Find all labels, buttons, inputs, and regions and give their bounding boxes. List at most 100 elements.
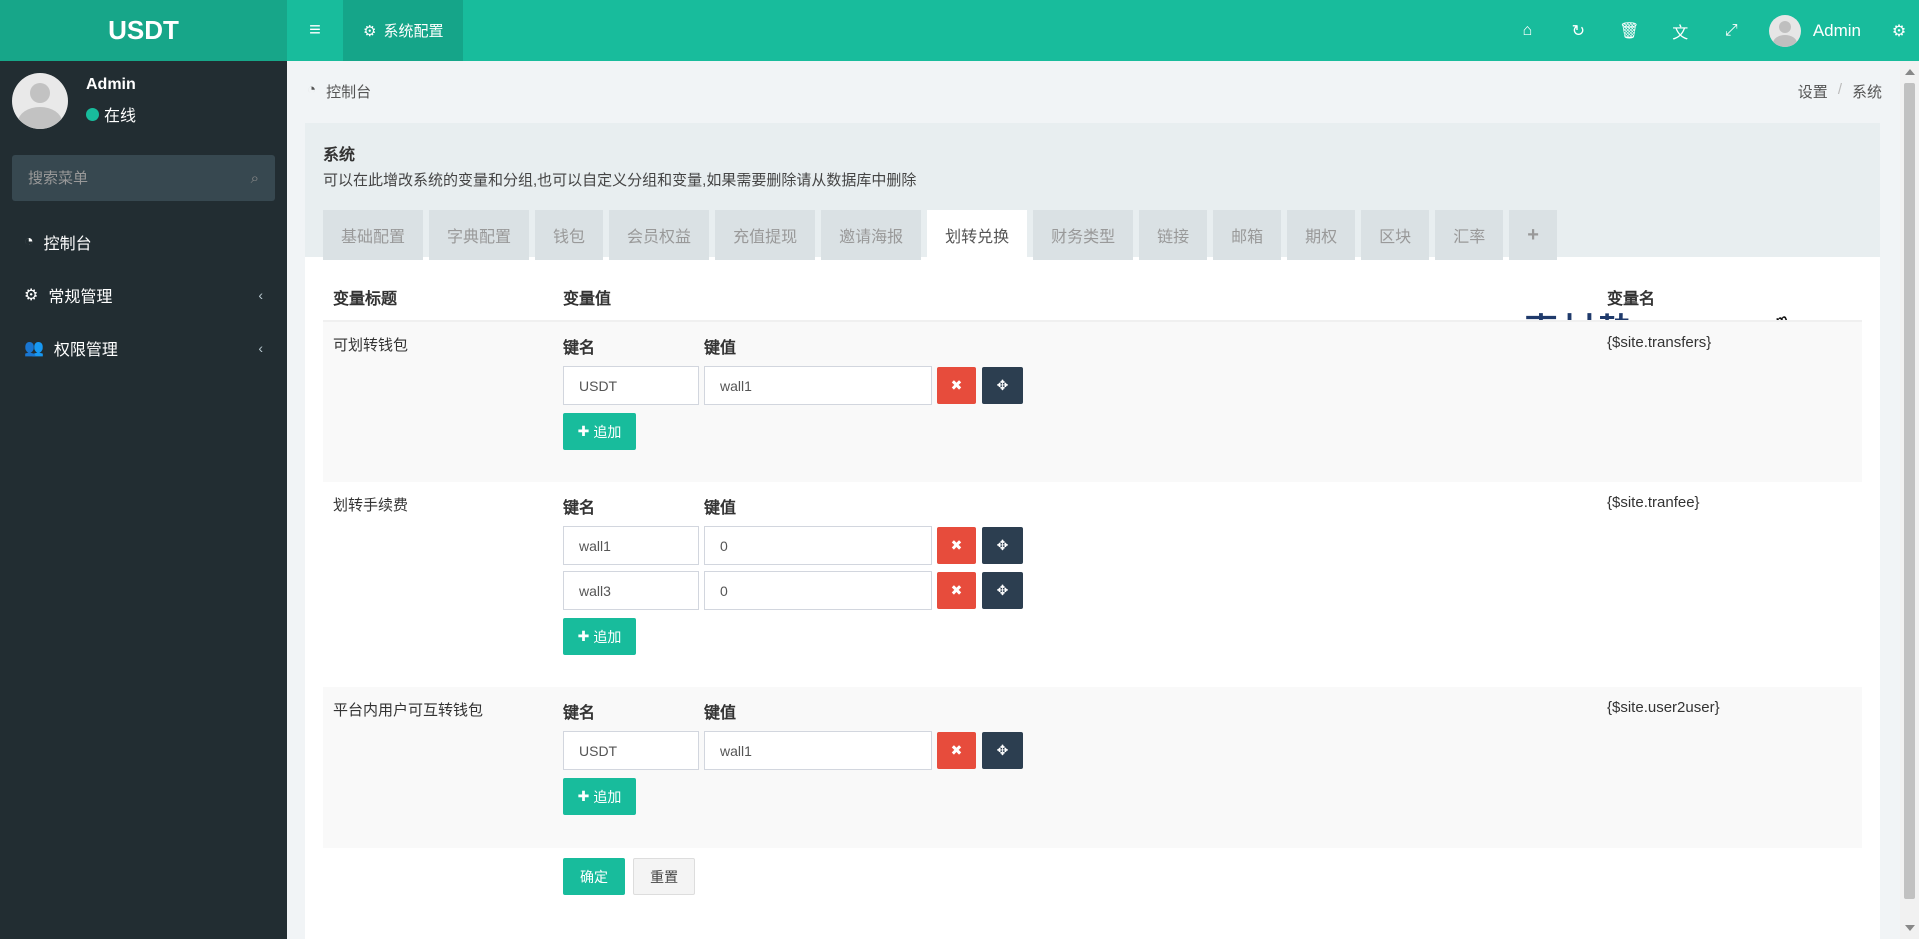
tab-dictionary[interactable]: 字典配置 bbox=[429, 210, 530, 260]
close-icon: ✖ bbox=[950, 742, 963, 758]
tab-system-config[interactable]: ⚙ 系统配置 bbox=[343, 0, 464, 61]
user-name: Admin bbox=[1812, 20, 1861, 40]
drag-handle-button[interactable]: ✥ bbox=[982, 572, 1023, 609]
app-logo[interactable]: USDT bbox=[0, 0, 287, 61]
key-input[interactable] bbox=[563, 571, 699, 610]
table-row: 平台内用户可互转钱包 键名 键值 ✖ ✥ ✚追加 {$site.user2user… bbox=[323, 687, 1862, 848]
key-input[interactable] bbox=[563, 731, 699, 770]
move-icon: ✥ bbox=[996, 582, 1009, 598]
close-icon: ✖ bbox=[950, 377, 963, 393]
page-scrollbar[interactable] bbox=[1900, 61, 1919, 939]
chevron-left-icon: ‹ bbox=[258, 286, 263, 303]
user-menu[interactable]: Admin bbox=[1757, 14, 1879, 47]
trash-icon[interactable]: 🗑 bbox=[1604, 0, 1655, 61]
tab-recharge-withdraw[interactable]: 充值提现 bbox=[715, 210, 816, 260]
dashboard-icon: ◔ bbox=[307, 80, 317, 98]
reset-button[interactable]: 重置 bbox=[633, 858, 696, 895]
tab-options[interactable]: 期权 bbox=[1287, 210, 1356, 260]
cogs-icon: ⚙ bbox=[24, 286, 39, 304]
scroll-down-icon[interactable] bbox=[1905, 925, 1915, 931]
tab-links[interactable]: 链接 bbox=[1139, 210, 1208, 260]
add-tab-button[interactable]: + bbox=[1509, 210, 1557, 260]
value-input[interactable] bbox=[704, 526, 932, 565]
search-icon[interactable]: ⌕ bbox=[251, 170, 259, 187]
append-button[interactable]: ✚ 追加 bbox=[563, 618, 636, 655]
status-text: 在线 bbox=[104, 108, 137, 125]
refresh-icon[interactable]: ↻ bbox=[1553, 0, 1604, 61]
translate-icon[interactable]: 文 bbox=[1655, 0, 1706, 61]
key-label: 键名 bbox=[563, 500, 596, 517]
scroll-up-icon[interactable] bbox=[1905, 69, 1915, 75]
users-icon: 👥 bbox=[24, 339, 44, 357]
variable-title: 划转手续费 bbox=[333, 497, 409, 514]
drag-handle-button[interactable]: ✥ bbox=[982, 367, 1023, 404]
variable-name: {$site.user2user} bbox=[1597, 687, 1862, 848]
column-header-value: 变量值 bbox=[553, 273, 1597, 322]
menu-search-input[interactable] bbox=[28, 169, 208, 187]
value-label: 键值 bbox=[704, 340, 737, 357]
config-panel: 系统 可以在此增改系统的变量和分组,也可以自定义分组和变量,如果需要删除请从数据… bbox=[305, 123, 1880, 939]
tab-member-benefits[interactable]: 会员权益 bbox=[609, 210, 710, 260]
scrollbar-thumb[interactable] bbox=[1904, 83, 1915, 899]
sidebar-item-label: 控制台 bbox=[43, 235, 92, 253]
top-header: USDT ≡ ⚙ 系统配置 ⌂ ↻ 🗑 文 ⤢ Admin ⚙ bbox=[0, 0, 1919, 61]
move-icon: ✥ bbox=[996, 742, 1009, 758]
breadcrumb-system: 系统 bbox=[1851, 83, 1882, 101]
value-input[interactable] bbox=[704, 366, 932, 405]
sidebar-user-name: Admin bbox=[86, 76, 136, 93]
main-content: ◔ 控制台 设置 / 系统 系统 可以在此增改系统的变量和分组,也可以自定义分组… bbox=[287, 61, 1900, 939]
tab-invite-poster[interactable]: 邀请海报 bbox=[821, 210, 922, 260]
tab-transfer-exchange[interactable]: 划转兑换 bbox=[927, 210, 1028, 260]
delete-pair-button[interactable]: ✖ bbox=[937, 367, 976, 404]
value-input[interactable] bbox=[704, 731, 932, 770]
tab-block[interactable]: 区块 bbox=[1361, 210, 1430, 260]
value-input[interactable] bbox=[704, 571, 932, 610]
append-button[interactable]: ✚ 追加 bbox=[563, 778, 636, 815]
value-label: 键值 bbox=[704, 500, 737, 517]
status-badge: 在线 bbox=[86, 102, 136, 126]
delete-pair-button[interactable]: ✖ bbox=[937, 572, 976, 609]
sidebar-item-dashboard[interactable]: ◔ 控制台 bbox=[0, 215, 287, 268]
tab-finance-type[interactable]: 财务类型 bbox=[1033, 210, 1134, 260]
fullscreen-icon[interactable]: ⤢ bbox=[1706, 0, 1757, 61]
variable-name: {$site.tranfee} bbox=[1607, 494, 1700, 511]
sidebar-item-general[interactable]: ⚙ 常规管理 ‹ bbox=[0, 268, 287, 321]
tab-exchange-rate[interactable]: 汇率 bbox=[1435, 210, 1504, 260]
sidebar-item-label: 权限管理 bbox=[53, 341, 118, 359]
delete-pair-button[interactable]: ✖ bbox=[937, 732, 976, 769]
sidebar-item-label: 常规管理 bbox=[48, 288, 113, 306]
table-row: 划转手续费 键名 键值 ✖ ✥ ✖ ✥ bbox=[323, 482, 1862, 687]
move-icon: ✥ bbox=[996, 537, 1009, 553]
kv-pair-row: ✖ ✥ bbox=[563, 526, 1587, 565]
submit-button[interactable]: 确定 bbox=[563, 858, 625, 895]
online-dot-icon bbox=[86, 107, 99, 121]
append-button[interactable]: ✚ 追加 bbox=[563, 413, 636, 450]
kv-pair-row: ✖ ✥ bbox=[563, 366, 1587, 405]
tab-basic[interactable]: 基础配置 bbox=[323, 210, 424, 260]
panel-heading: 系统 可以在此增改系统的变量和分组,也可以自定义分组和变量,如果需要删除请从数据… bbox=[305, 123, 1880, 260]
drag-handle-button[interactable]: ✥ bbox=[982, 732, 1023, 769]
avatar bbox=[12, 73, 68, 129]
tab-wallet[interactable]: 钱包 bbox=[535, 210, 604, 260]
tab-label: 系统配置 bbox=[383, 23, 444, 40]
settings-icon[interactable]: ⚙ bbox=[1879, 0, 1919, 61]
variable-name: {$site.transfers} bbox=[1597, 321, 1862, 482]
drag-handle-button[interactable]: ✥ bbox=[982, 527, 1023, 564]
key-input[interactable] bbox=[563, 526, 699, 565]
delete-pair-button[interactable]: ✖ bbox=[937, 527, 976, 564]
breadcrumb-settings[interactable]: 设置 bbox=[1798, 81, 1828, 102]
dashboard-icon: ◔ bbox=[24, 232, 34, 250]
breadcrumb-home[interactable]: 控制台 bbox=[326, 81, 371, 102]
variable-title: 平台内用户可互转钱包 bbox=[323, 687, 553, 848]
key-input[interactable] bbox=[563, 366, 699, 405]
plus-icon: ✚ bbox=[577, 788, 590, 804]
home-icon[interactable]: ⌂ bbox=[1502, 0, 1553, 61]
tab-email[interactable]: 邮箱 bbox=[1213, 210, 1282, 260]
sidebar-item-permissions[interactable]: 👥 权限管理 ‹ bbox=[0, 321, 287, 374]
panel-title: 系统 bbox=[323, 147, 356, 164]
key-label: 键名 bbox=[563, 340, 596, 357]
variables-table: 变量标题 变量值 变量名 可划转钱包 键名键值 ✖ ✥ bbox=[323, 273, 1862, 907]
avatar bbox=[1768, 14, 1801, 47]
menu-toggle-icon[interactable]: ≡ bbox=[287, 0, 343, 61]
kv-pair-row: ✖ ✥ bbox=[563, 731, 1587, 770]
